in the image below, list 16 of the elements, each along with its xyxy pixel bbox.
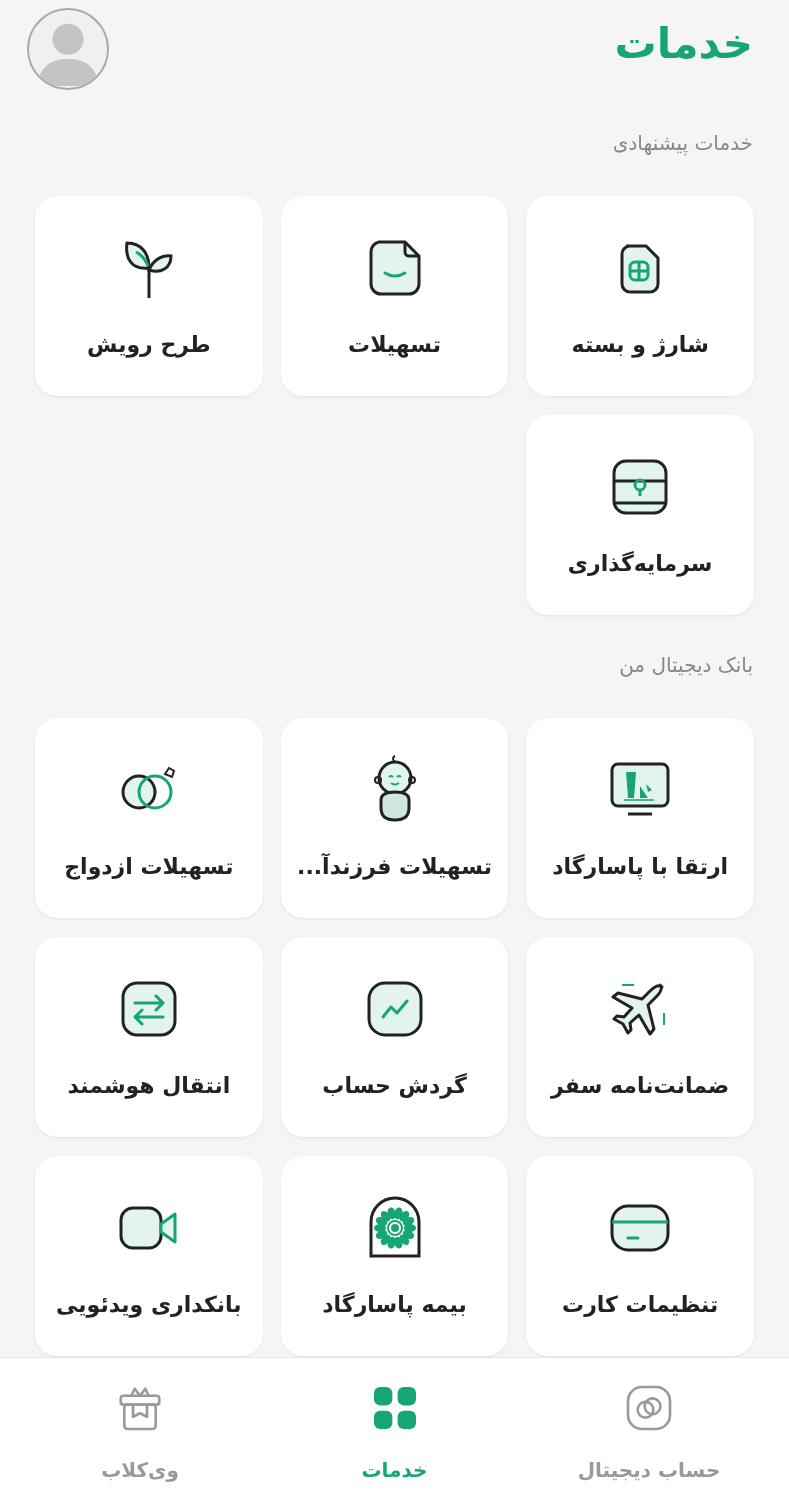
service-button[interactable]: ارتقا با پاسارگاد xyxy=(526,718,754,918)
section-title: بانک دیجیتال من xyxy=(619,652,753,679)
service-button[interactable]: انتقال هوشمند xyxy=(35,937,263,1137)
service-button[interactable]: تنظیمات کارت xyxy=(526,1156,754,1356)
page-title: خدمات xyxy=(614,18,753,70)
service-button[interactable]: تسهیلات xyxy=(280,196,509,396)
service-button[interactable]: بانکداری ویدئویی xyxy=(35,1156,263,1356)
section-title: خدمات پیشنهادی xyxy=(612,130,753,158)
service-button[interactable]: تسهیلات ازدواج xyxy=(35,718,263,918)
service-button[interactable]: تسهیلات فرزندآ... xyxy=(280,718,509,918)
service-button[interactable]: طرح رویش xyxy=(35,196,263,396)
service-button[interactable]: بیمه پاسارگاد xyxy=(280,1156,509,1356)
service-button[interactable]: شارژ و بسته xyxy=(526,196,754,396)
service-button[interactable]: ضمانت‌نامه سفر xyxy=(526,937,754,1137)
service-button[interactable]: سرمایه‌گذاری xyxy=(526,415,754,615)
service-button[interactable]: گردش حساب xyxy=(280,937,509,1137)
